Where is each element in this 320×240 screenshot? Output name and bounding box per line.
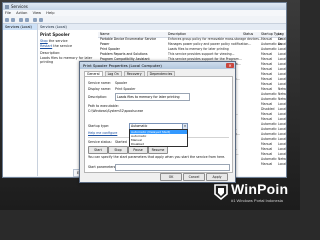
display-name-label: Display name: — [88, 87, 111, 91]
menu-help[interactable]: Help — [46, 11, 54, 15]
resume-button[interactable]: Resume — [148, 146, 168, 154]
start-button[interactable]: Start — [88, 146, 108, 154]
winpoin-logo-icon — [214, 184, 228, 201]
selected-service-title: Print Spooler — [40, 32, 70, 37]
stop-service-icon[interactable] — [39, 17, 43, 22]
ok-button[interactable]: OK — [160, 173, 182, 181]
pause-button[interactable]: Pause — [128, 146, 148, 154]
console-tree: Services (Local) — [3, 24, 38, 176]
winpoin-logo-text: WinPoin — [231, 181, 289, 197]
apply-button[interactable]: Apply — [206, 173, 228, 181]
service-name-label: Service name: — [88, 81, 111, 85]
description-box[interactable]: Loads files to memory for later printing — [115, 93, 190, 101]
service-status-label: Service status: — [88, 140, 112, 144]
winpoin-tagline: #1 Windows Portal Indonesia — [231, 198, 283, 203]
general-tab-panel: Service name: Spooler Display name: Prin… — [84, 76, 233, 173]
startup-type-label: Startup type: — [88, 124, 110, 128]
properties-dialog: Print Spooler Properties (Local Computer… — [79, 61, 236, 183]
services-window-title: Services — [11, 4, 28, 9]
path-value: C:\Windows\System32\spoolsv.exe — [88, 109, 144, 113]
log-on-as-cell: Local Service — [278, 162, 287, 166]
menu-file[interactable]: File — [5, 11, 11, 15]
console-tree-icon[interactable] — [19, 17, 23, 22]
startup-type-value: Automatic — [131, 124, 148, 128]
path-label: Path to executable: — [88, 104, 119, 108]
dialog-title: Print Spooler Properties (Local Computer… — [83, 63, 162, 68]
restart-suffix: the service — [52, 44, 73, 48]
startup-option[interactable]: Disabled — [130, 142, 187, 146]
description-label: Description: — [40, 51, 61, 55]
startup-type-dropdown: Automatic (Delayed Start) Automatic Manual… — [129, 129, 188, 147]
stop-button[interactable]: Stop — [108, 146, 128, 154]
help-configure-link[interactable]: Help me configure — [88, 131, 117, 135]
services-app-icon — [5, 4, 9, 9]
breadcrumb: Services (Local) — [38, 24, 286, 30]
dialog-title-bar: Print Spooler Properties (Local Computer… — [80, 62, 235, 69]
stop-suffix: the service — [47, 39, 68, 43]
menu-action[interactable]: Action — [16, 11, 27, 15]
stop-service-link[interactable]: Stop — [40, 39, 48, 43]
start-params-input[interactable] — [115, 164, 230, 171]
properties-icon[interactable] — [25, 17, 29, 22]
service-status-value: Started — [115, 140, 127, 144]
menu-view[interactable]: View — [33, 11, 42, 15]
winpoin-logo: WinPoin #1 Windows Portal Indonesia — [213, 181, 297, 207]
tree-item-services-local[interactable]: Services (Local) — [3, 24, 37, 30]
services-title-bar: Services — [3, 3, 286, 10]
forward-icon[interactable] — [11, 17, 15, 22]
back-icon[interactable] — [5, 17, 9, 22]
cancel-button[interactable]: Cancel — [183, 173, 205, 181]
start-params-help: You can specify the start parameters tha… — [88, 155, 226, 159]
service-name-value: Spooler — [115, 81, 128, 85]
close-icon[interactable]: ✕ — [226, 63, 234, 68]
description-label: Description: — [88, 95, 108, 99]
restart-service-link[interactable]: Restart — [40, 44, 52, 48]
start-params-label: Start parameters: — [88, 165, 117, 169]
description-value: Loads files to memory for later printing — [117, 95, 180, 99]
toolbar — [3, 16, 286, 24]
start-service-icon[interactable] — [33, 17, 37, 22]
display-name-value: Print Spooler — [115, 87, 136, 91]
